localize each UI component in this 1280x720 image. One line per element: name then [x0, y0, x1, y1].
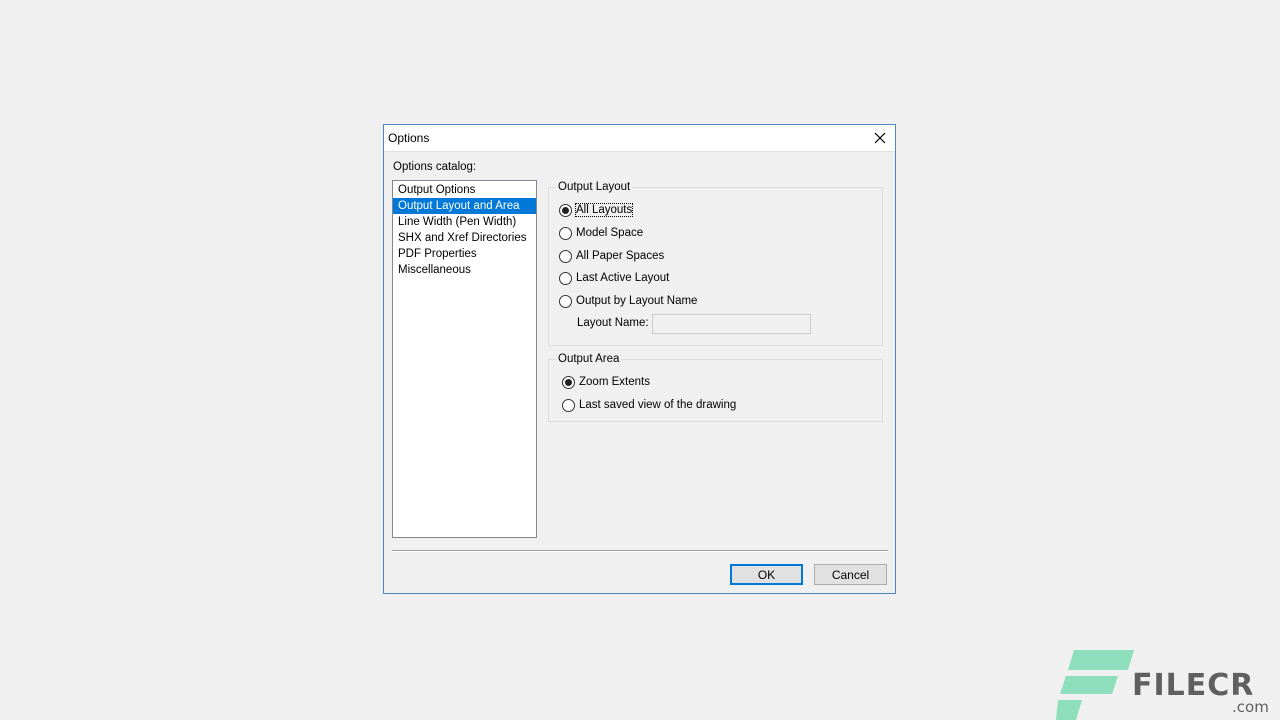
output-layout-group: Output Layout All Layouts Model Space Al… [548, 181, 883, 346]
catalog-item-output-options[interactable]: Output Options [393, 182, 536, 198]
radio-label: Last saved view of the drawing [579, 399, 737, 411]
radio-zoom-extents[interactable]: Zoom Extents [562, 374, 650, 390]
radio-model-space[interactable]: Model Space [559, 225, 643, 241]
options-catalog-label: Options catalog: [393, 161, 477, 173]
radio-indicator [562, 398, 575, 412]
ok-button[interactable]: OK [730, 564, 803, 585]
title-bar[interactable]: Options [384, 125, 895, 152]
radio-label: Zoom Extents [579, 376, 650, 388]
cancel-button[interactable]: Cancel [814, 564, 887, 585]
catalog-item-shx-xref-directories[interactable]: SHX and Xref Directories [393, 230, 536, 246]
output-layout-legend: Output Layout [556, 181, 633, 193]
catalog-item-line-width[interactable]: Line Width (Pen Width) [393, 214, 536, 230]
separator [392, 550, 888, 552]
radio-indicator [562, 375, 575, 389]
radio-last-saved-view[interactable]: Last saved view of the drawing [562, 397, 736, 413]
radio-all-layouts[interactable]: All Layouts [559, 202, 634, 218]
catalog-item-pdf-properties[interactable]: PDF Properties [393, 246, 536, 262]
close-icon [874, 132, 886, 144]
radio-label: Last Active Layout [576, 272, 670, 284]
filecr-watermark: FILECR .com [1056, 648, 1280, 720]
radio-indicator [559, 203, 572, 217]
catalog-item-output-layout-and-area[interactable]: Output Layout and Area [393, 198, 536, 214]
radio-label: All Paper Spaces [576, 250, 665, 262]
output-area-group: Output Area Zoom Extents Last saved view… [548, 353, 883, 422]
options-dialog: Options Options catalog: Output Options … [383, 124, 896, 594]
layout-name-input[interactable] [652, 314, 811, 334]
filecr-logo-icon [1056, 650, 1134, 720]
watermark-suffix: .com [1232, 698, 1269, 716]
radio-all-paper-spaces[interactable]: All Paper Spaces [559, 248, 664, 264]
radio-indicator [559, 249, 572, 263]
window-title: Options [388, 131, 430, 145]
radio-last-active-layout[interactable]: Last Active Layout [559, 270, 669, 286]
options-catalog-list[interactable]: Output Options Output Layout and Area Li… [392, 180, 537, 538]
radio-label: All Layouts [574, 203, 634, 217]
radio-indicator [559, 271, 572, 285]
catalog-item-miscellaneous[interactable]: Miscellaneous [393, 262, 536, 278]
close-button[interactable] [865, 125, 895, 151]
layout-name-label: Layout Name: [577, 317, 649, 329]
radio-label: Output by Layout Name [576, 295, 698, 307]
radio-indicator [559, 294, 572, 308]
radio-indicator [559, 226, 572, 240]
radio-label: Model Space [576, 227, 644, 239]
radio-output-by-layout-name[interactable]: Output by Layout Name [559, 293, 697, 309]
output-area-legend: Output Area [556, 353, 622, 365]
